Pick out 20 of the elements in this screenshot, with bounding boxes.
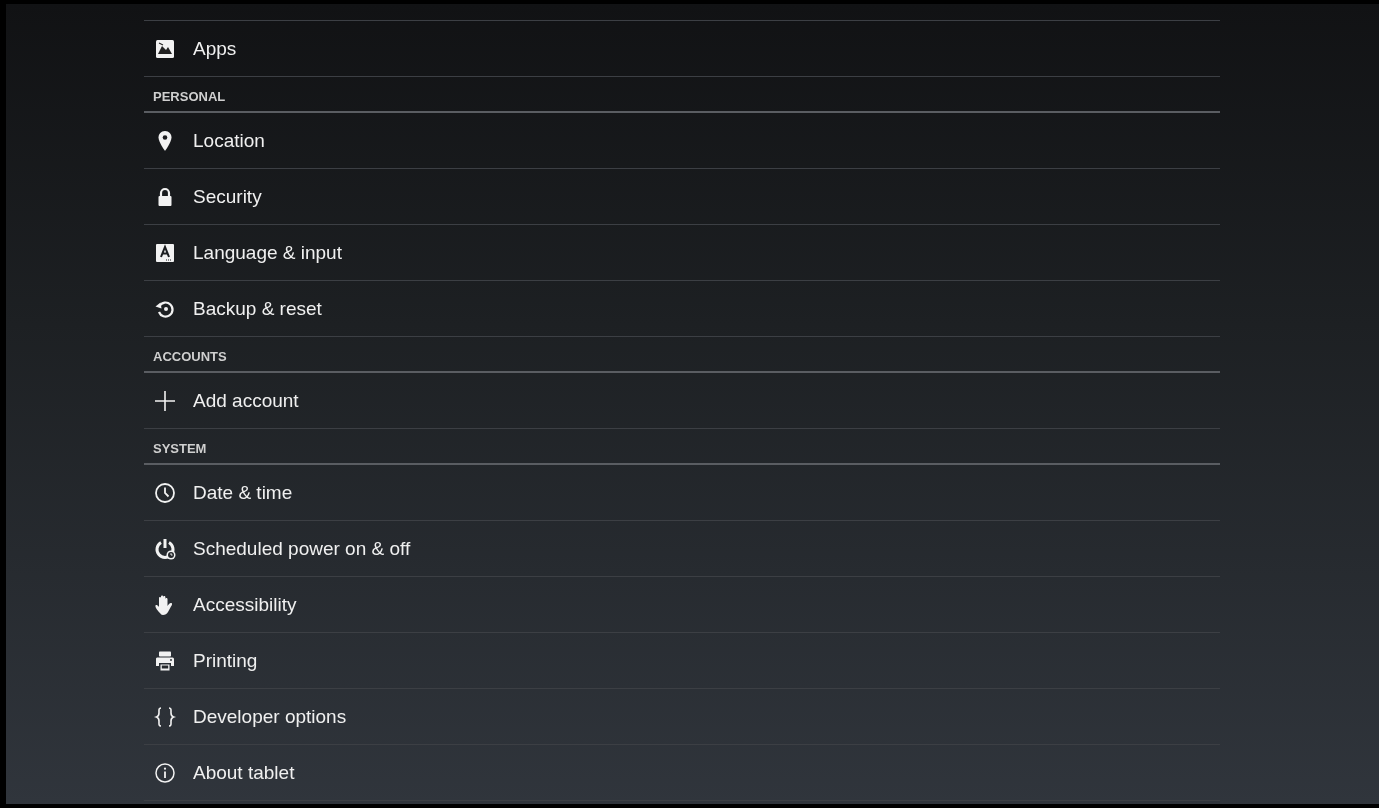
power-clock-icon xyxy=(153,536,177,561)
settings-item[interactable]: About tablet xyxy=(144,745,1220,801)
settings-item[interactable]: Location xyxy=(144,113,1220,169)
braces-icon xyxy=(153,704,177,729)
settings-item[interactable]: Security xyxy=(144,169,1220,225)
clock-icon xyxy=(153,480,177,505)
settings-item[interactable]: Accessibility xyxy=(144,577,1220,633)
settings-item[interactable]: Developer options xyxy=(144,689,1220,745)
settings-item[interactable]: Backup & reset xyxy=(144,281,1220,337)
plus-icon xyxy=(153,388,177,413)
settings-item[interactable]: Language & input xyxy=(144,225,1220,281)
settings-item[interactable]: Apps xyxy=(144,21,1220,77)
info-icon xyxy=(153,760,177,785)
section-header: SYSTEM xyxy=(153,440,207,456)
settings-item[interactable]: Printing xyxy=(144,633,1220,689)
settings-item[interactable]: Date & time xyxy=(144,465,1220,521)
settings-item[interactable]: Add account xyxy=(144,373,1220,429)
settings-item[interactable]: Scheduled power on & off xyxy=(144,521,1220,577)
section-header: PERSONAL xyxy=(153,88,226,104)
section-header: ACCOUNTS xyxy=(153,348,227,364)
